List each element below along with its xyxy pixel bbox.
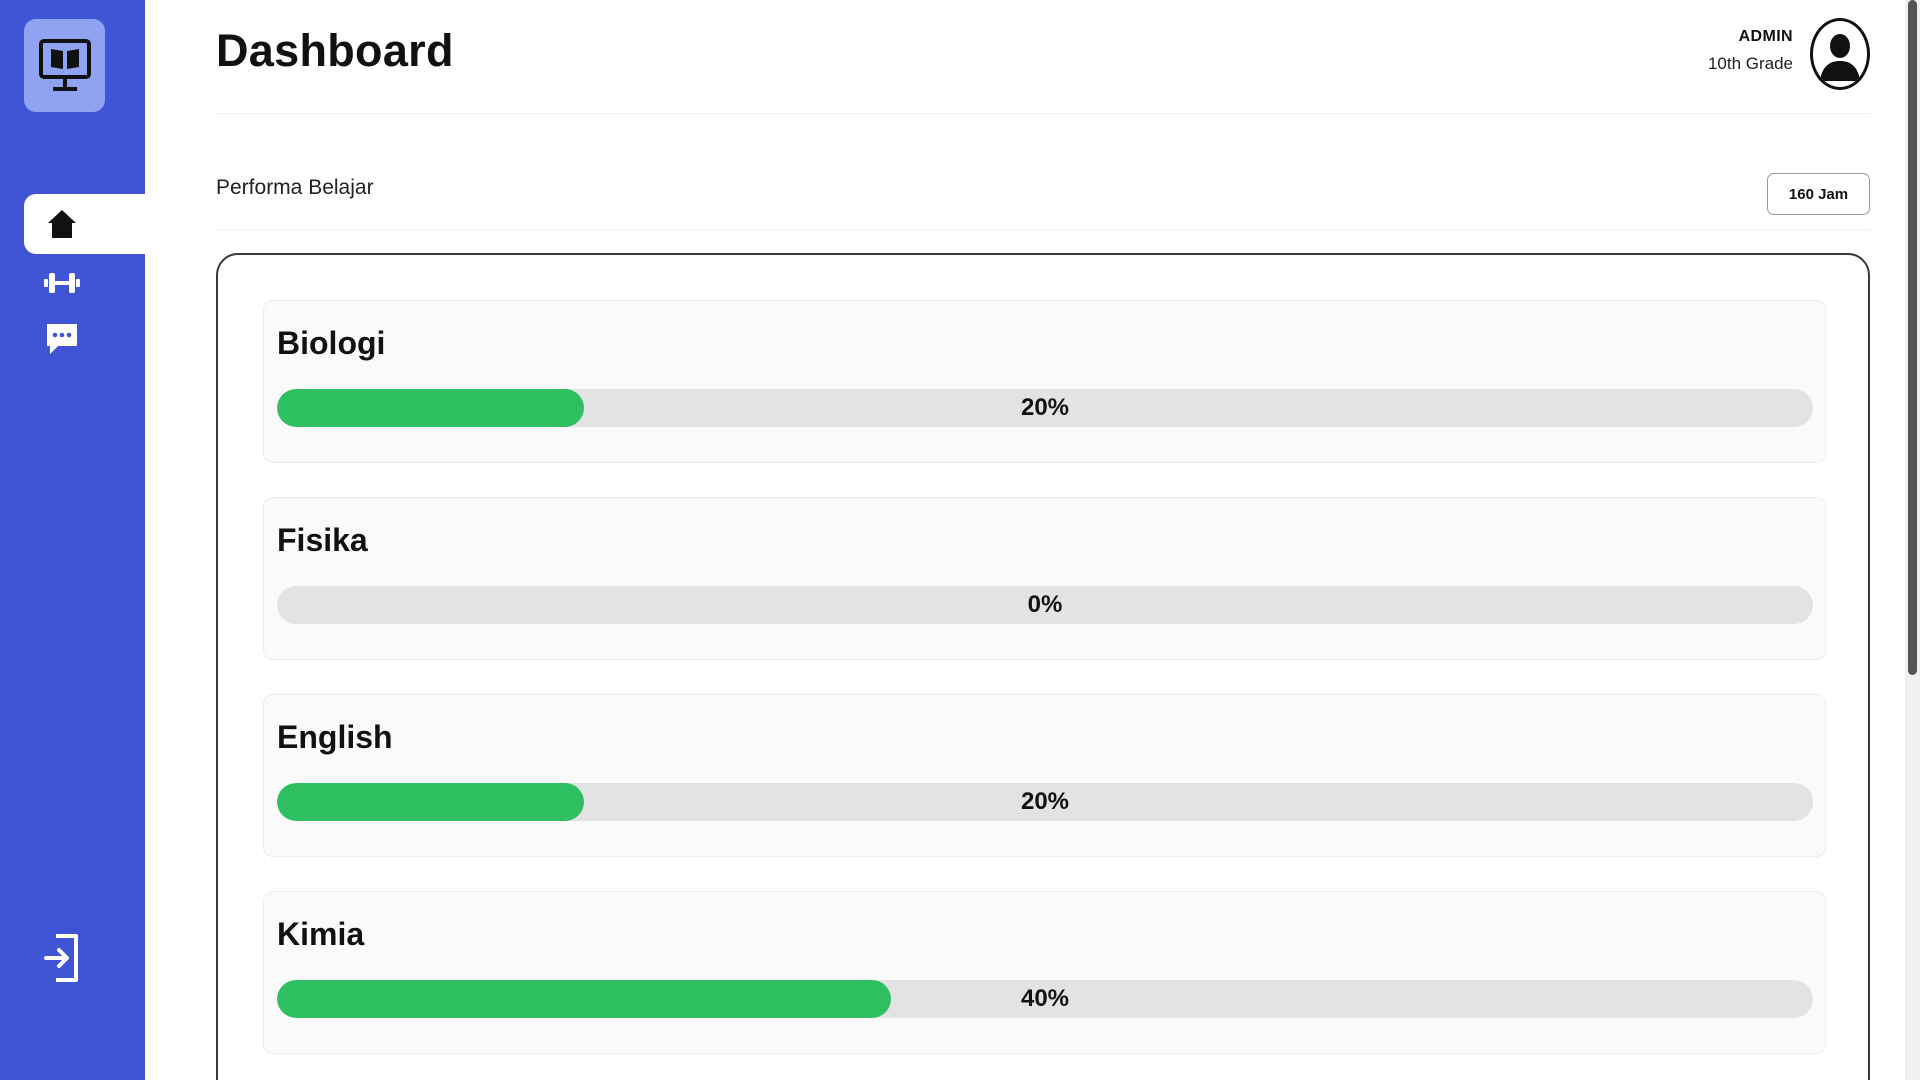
page-title: Dashboard [216, 25, 454, 76]
user-grade: 10th Grade [1707, 54, 1793, 73]
scrollbar-thumb[interactable] [1908, 0, 1917, 675]
user-avatar-icon [1820, 34, 1860, 81]
nav-workout[interactable] [40, 261, 84, 305]
progress-percent: 40% [1020, 985, 1070, 1012]
progress-track: 20% [277, 389, 1813, 427]
user-info: ADMIN 10th Grade [1708, 28, 1793, 74]
subject-name: English [277, 719, 393, 755]
progress-track: 40% [277, 980, 1813, 1018]
header-divider [216, 113, 1870, 114]
nav-chat[interactable] [40, 317, 84, 361]
progress-percent: 0% [1027, 591, 1063, 618]
subject-card: English 20% [263, 694, 1826, 857]
subject-name: Kimia [277, 916, 365, 952]
progress-percent: 20% [1020, 788, 1070, 815]
subject-card: Kimia 40% [263, 891, 1826, 1054]
performance-panel: Biologi 20% Fisika 0% English 20% Kimia [216, 253, 1870, 1080]
chat-icon [47, 324, 77, 354]
nav-home[interactable] [24, 194, 145, 254]
subject-name: Fisika [277, 522, 368, 558]
monitor-book-icon [38, 38, 91, 91]
user-name: ADMIN [1738, 28, 1793, 45]
app-logo[interactable] [24, 19, 105, 112]
dumbbell-icon [44, 273, 80, 293]
subject-card: Fisika 0% [263, 497, 1826, 660]
home-icon [48, 210, 76, 238]
logout-icon [44, 934, 78, 982]
progress-track: 0% [277, 586, 1813, 624]
logout-button[interactable] [38, 930, 86, 986]
main-content: Dashboard ADMIN 10th Grade Performa Bela… [145, 0, 1920, 1080]
progress-track: 20% [277, 783, 1813, 821]
progress-percent: 20% [1020, 394, 1070, 421]
sidebar [0, 0, 145, 1080]
section-title: Performa Belajar [216, 176, 374, 199]
subject-name: Biologi [277, 325, 386, 361]
avatar[interactable] [1810, 18, 1870, 90]
subject-card: Biologi 20% [263, 300, 1826, 463]
section-divider [216, 229, 1870, 230]
hours-badge[interactable]: 160 Jam [1767, 173, 1870, 215]
